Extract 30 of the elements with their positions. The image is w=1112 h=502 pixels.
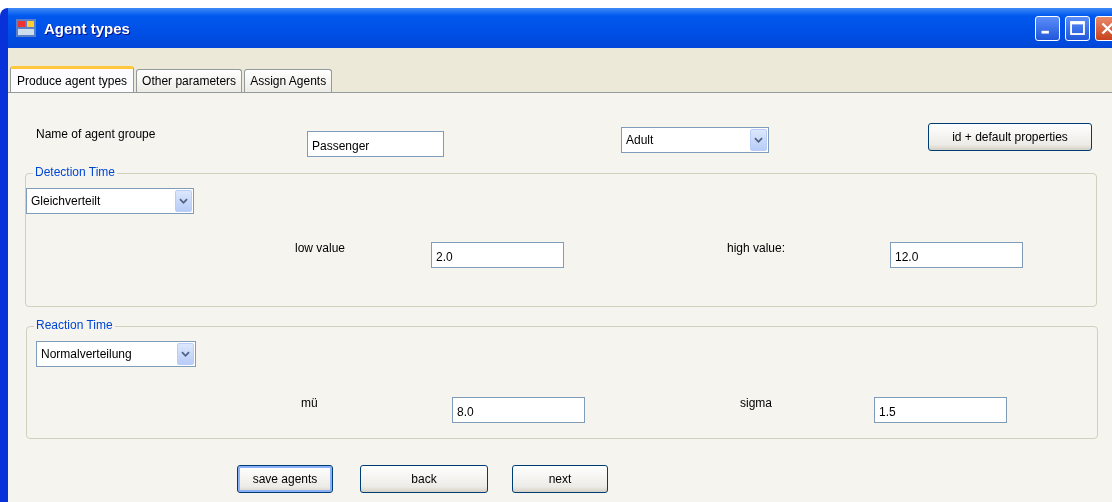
dropdown[interactable]: Gleichverteilt <box>26 188 194 214</box>
group-title: Detection Time <box>33 165 118 179</box>
field-label: Name of agent groupe <box>36 127 157 141</box>
dropdown[interactable]: Adult <box>621 127 769 153</box>
field-label: high value: <box>727 241 787 255</box>
text-field[interactable]: 8.0 <box>452 397 585 423</box>
tab[interactable]: Other parameters <box>136 69 243 92</box>
chevron-down-icon <box>175 190 192 212</box>
close-button[interactable] <box>1095 15 1112 41</box>
chevron-down-icon <box>177 343 194 365</box>
tab[interactable]: Produce agent types <box>10 66 135 92</box>
dropdown[interactable]: Normalverteilung <box>36 341 196 367</box>
field-label: sigma <box>740 396 773 410</box>
text-field[interactable]: 12.0 <box>890 242 1023 268</box>
text-field[interactable]: 1.5 <box>874 397 1007 423</box>
action-button[interactable]: save agents <box>237 465 333 493</box>
window-title: Agent types <box>44 19 131 37</box>
tab[interactable]: Assign Agents <box>244 69 333 92</box>
text-field[interactable]: 2.0 <box>431 242 564 268</box>
field-label: low value <box>295 241 347 255</box>
chevron-down-icon <box>750 129 767 151</box>
minimize-button[interactable] <box>1035 15 1060 41</box>
properties-button[interactable]: id + default properties <box>928 123 1092 151</box>
field-label: mü <box>301 396 319 410</box>
maximize-button[interactable] <box>1065 15 1090 41</box>
action-button[interactable]: next <box>512 465 608 493</box>
app-icon <box>16 19 36 37</box>
group-title: Reaction Time <box>34 318 115 332</box>
action-button[interactable]: back <box>360 465 488 493</box>
text-field[interactable]: Passenger <box>307 131 444 157</box>
